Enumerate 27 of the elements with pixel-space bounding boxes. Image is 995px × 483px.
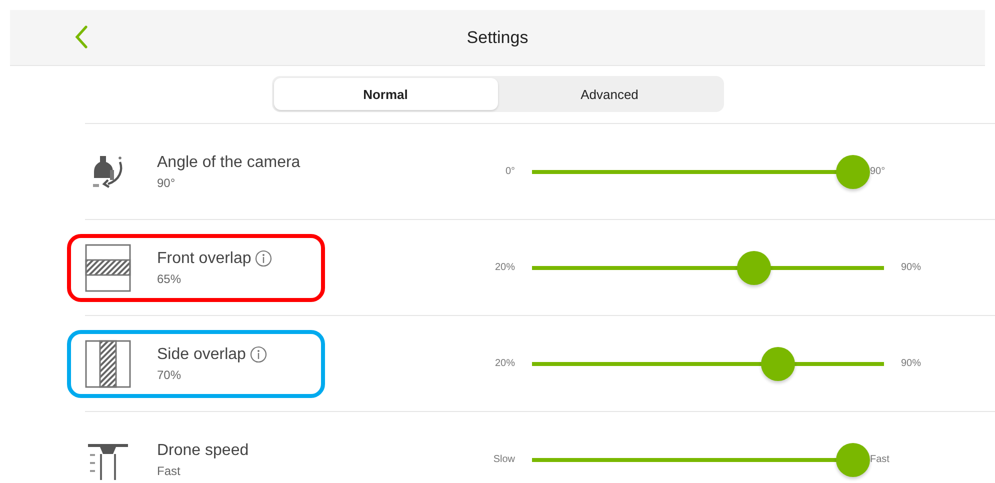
side-overlap-icon: [85, 340, 131, 388]
tab[interactable]: Normal: [274, 78, 498, 110]
front-overlap-icon: [85, 244, 131, 292]
slider-thumb[interactable]: [761, 346, 796, 380]
max-label: 90%: [901, 262, 922, 273]
slider-thumb[interactable]: [736, 250, 771, 284]
info-icon[interactable]: [255, 250, 272, 266]
setting-value: 70%: [157, 368, 182, 382]
setting-value: 65%: [157, 272, 182, 286]
min-label: Slow: [492, 454, 515, 465]
setting-name: Side overlap: [157, 346, 246, 364]
max-label: 90°: [870, 166, 886, 177]
min-label: 20%: [494, 262, 515, 273]
min-label: 20%: [494, 358, 515, 369]
page-title: Settings: [466, 28, 528, 48]
setting-name: Angle of the camera: [157, 154, 300, 172]
slider-thumb[interactable]: [836, 154, 870, 188]
setting-value: Fast: [157, 464, 182, 478]
info-icon[interactable]: [250, 346, 267, 362]
slider-thumb[interactable]: [836, 442, 870, 476]
setting-value: 90°: [157, 176, 176, 190]
max-label: 90%: [901, 358, 922, 369]
min-label: 0°: [504, 166, 515, 177]
max-label: Fast: [870, 454, 890, 465]
setting-name: Drone speed: [157, 442, 249, 460]
tab[interactable]: Advanced: [498, 78, 722, 110]
setting-name: Front overlap: [157, 250, 252, 268]
